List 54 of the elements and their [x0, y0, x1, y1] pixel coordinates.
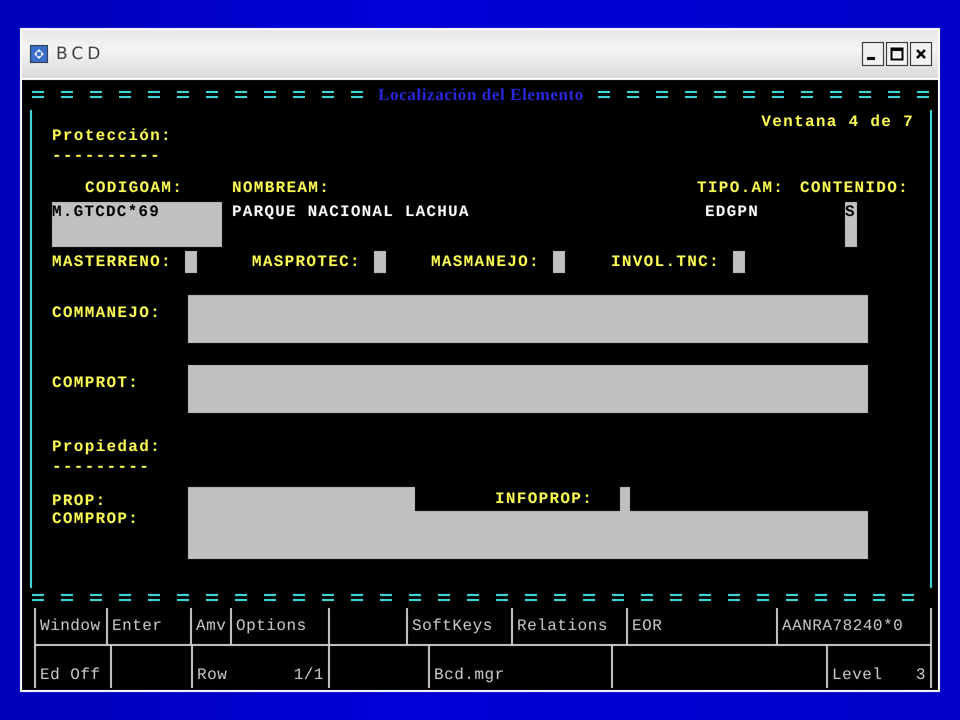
input-field[interactable]: M.GTCDC*69 [52, 202, 222, 247]
status-item[interactable]: AANRA78240*0 [782, 617, 904, 635]
status-item[interactable]: Bcd.mgr [434, 666, 505, 684]
input-field[interactable] [188, 295, 868, 343]
field-label: MASMANEJO: [430, 252, 540, 272]
input-field[interactable]: S [845, 202, 857, 247]
app-icon [30, 45, 48, 63]
minimize-button[interactable] [862, 42, 884, 66]
field-value: PARQUE NACIONAL LACHUA [232, 202, 471, 223]
status-item[interactable]: EOR [632, 617, 662, 635]
field-label: CONTENIDO: [800, 178, 910, 199]
field-label: NOMBREAM: [232, 178, 332, 199]
input-field[interactable] [188, 365, 868, 413]
screen-title: Localización del Elemento [377, 85, 585, 105]
minimize-icon [867, 57, 875, 60]
field-label: CODIGOAM: [84, 178, 184, 199]
status-value: 3 [916, 666, 926, 684]
field-label: INFOPROP: [495, 489, 594, 510]
section-heading: Protección: [52, 126, 172, 146]
status-value: 1/1 [294, 666, 324, 684]
input-field[interactable] [188, 487, 415, 511]
status-item[interactable]: Enter [112, 617, 163, 635]
field-label: INVOL.TNC: [610, 252, 720, 272]
heading-underline: --------- [52, 457, 150, 477]
input-field[interactable] [188, 511, 868, 559]
input-field[interactable] [184, 251, 197, 273]
status-item[interactable]: SoftKeys [412, 617, 493, 635]
window-title: BCD [56, 44, 106, 64]
heading-underline: ---------- [52, 146, 162, 166]
status-item[interactable]: Options [236, 617, 307, 635]
section-heading: Propiedad: [52, 437, 162, 457]
status-item[interactable]: Ed Off [40, 666, 101, 684]
field-label: COMPROP: [52, 509, 140, 530]
status-label: Row [197, 666, 228, 684]
field-label: MASTERRENO: [52, 252, 172, 272]
status-item[interactable]: Amv [196, 617, 226, 635]
field-label: COMMANEJO: [52, 303, 162, 324]
close-icon [915, 48, 927, 60]
field-label: PROP: [52, 491, 108, 511]
status-label: Level [832, 666, 883, 684]
field-label: MASPROTEC: [252, 252, 361, 272]
input-field[interactable] [732, 251, 745, 273]
field-value: EDGPN [705, 202, 760, 223]
input-field[interactable] [620, 487, 630, 511]
input-field[interactable] [552, 251, 565, 273]
status-item[interactable]: Relations [517, 617, 608, 635]
field-label: COMPROT: [52, 373, 140, 394]
maximize-icon [890, 47, 904, 61]
status-item[interactable]: Window [40, 617, 101, 635]
maximize-button[interactable] [886, 42, 908, 66]
close-button[interactable] [910, 42, 932, 66]
input-field[interactable] [374, 251, 386, 273]
window-indicator: Ventana 4 de 7 [761, 112, 914, 132]
field-label: TIPO.AM: [697, 178, 786, 199]
